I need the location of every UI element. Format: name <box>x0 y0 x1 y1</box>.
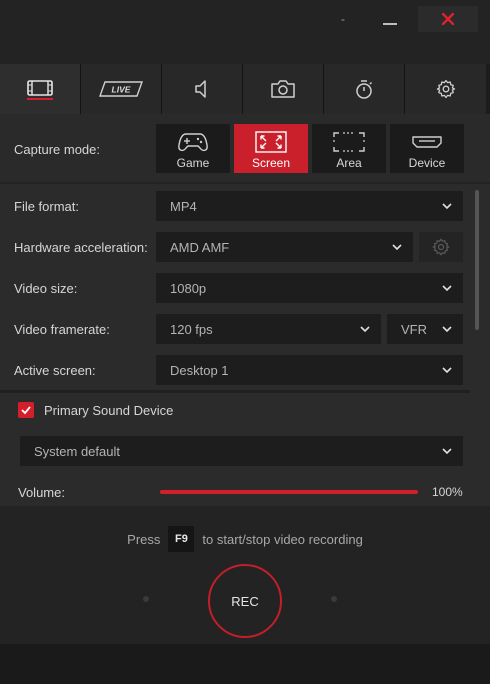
film-icon <box>27 80 53 96</box>
volume-value: 100% <box>432 485 463 499</box>
chevron-down-icon <box>360 326 370 333</box>
hw-accel-settings-button[interactable] <box>419 232 463 262</box>
framerate-mode-select[interactable]: VFR <box>387 314 463 344</box>
hw-accel-row: Hardware acceleration: AMD AMF <box>0 227 470 267</box>
tab-settings[interactable] <box>405 64 486 114</box>
timer-icon <box>356 80 373 99</box>
framerate-row: Video framerate: 120 fps VFR <box>0 309 470 349</box>
footer-bar <box>0 644 490 684</box>
main-tabs: LIVE <box>0 64 490 114</box>
gamepad-icon <box>178 133 208 152</box>
sound-device-select[interactable]: System default <box>20 436 463 466</box>
speaker-icon <box>195 80 206 98</box>
hw-accel-select[interactable]: AMD AMF <box>156 232 413 262</box>
minimize-icon <box>383 23 397 25</box>
active-screen-select[interactable]: Desktop 1 <box>156 355 463 385</box>
settings-scrollbar[interactable] <box>472 184 482 506</box>
video-size-label: Video size: <box>14 281 78 296</box>
close-icon <box>441 12 455 26</box>
file-format-row: File format: MP4 <box>0 186 470 226</box>
chevron-down-icon <box>442 203 452 210</box>
active-screen-row: Active screen: Desktop 1 <box>0 350 470 390</box>
divider <box>0 390 470 393</box>
rec-label: REC <box>231 593 259 609</box>
dash-label: - <box>341 12 345 26</box>
capture-mode-label: Capture mode: <box>14 142 100 157</box>
tab-live[interactable]: LIVE <box>81 64 162 114</box>
capture-mode-screen-label: Screen <box>251 156 291 170</box>
hotkey-hint: Press F9 to start/stop video recording <box>0 526 490 552</box>
capture-mode-game-label: Game <box>176 156 210 170</box>
active-screen-value: Desktop 1 <box>170 362 229 378</box>
capture-mode-area[interactable]: Area <box>312 124 386 173</box>
chevron-down-icon <box>442 326 452 333</box>
chevron-down-icon <box>442 448 452 455</box>
capture-mode-device[interactable]: Device <box>390 124 464 173</box>
hdmi-icon <box>412 136 442 148</box>
capture-mode-screen[interactable]: Screen <box>234 124 308 173</box>
title-bar: - <box>0 0 490 64</box>
tab-timer[interactable] <box>324 64 405 114</box>
hint-prefix: Press <box>127 531 161 547</box>
chevron-down-icon <box>442 285 452 292</box>
gear-icon <box>436 79 455 99</box>
framerate-label: Video framerate: <box>14 322 110 337</box>
framerate-select[interactable]: 120 fps <box>156 314 381 344</box>
video-size-value: 1080p <box>170 280 207 296</box>
chevron-down-icon <box>442 367 452 374</box>
tab-video[interactable] <box>0 64 81 114</box>
capture-mode-area-label: Area <box>336 156 362 170</box>
file-format-label: File format: <box>14 199 80 214</box>
capture-mode-game[interactable]: Game <box>156 124 230 173</box>
indicator-dot-left <box>143 596 149 602</box>
video-size-select[interactable]: 1080p <box>156 273 463 303</box>
video-size-row: Video size: 1080p <box>0 268 470 308</box>
framerate-mode-value: VFR <box>401 321 427 337</box>
primary-sound-checkbox[interactable] <box>18 402 34 418</box>
hint-suffix: to start/stop video recording <box>202 531 363 547</box>
capture-mode-device-label: Device <box>408 156 446 170</box>
camera-icon <box>271 80 295 98</box>
gear-icon <box>432 238 450 256</box>
capture-mode-row: Capture mode: Game Screen Area Device <box>0 114 490 182</box>
close-button[interactable] <box>418 6 478 32</box>
indicator-dot-right <box>331 596 337 602</box>
hotkey-badge: F9 <box>168 526 195 552</box>
volume-label: Volume: <box>18 485 65 500</box>
active-screen-label: Active screen: <box>14 363 96 378</box>
area-select-icon <box>333 132 365 152</box>
settings-panel: File format: MP4 Hardware acceleration: … <box>0 184 490 506</box>
framerate-value: 120 fps <box>170 321 213 337</box>
volume-slider[interactable] <box>160 490 418 494</box>
fullscreen-icon <box>255 131 287 153</box>
hw-accel-value: AMD AMF <box>170 239 230 255</box>
primary-sound-label: Primary Sound Device <box>44 403 174 418</box>
rec-button[interactable]: REC <box>208 564 282 638</box>
tab-audio[interactable] <box>162 64 243 114</box>
live-text: LIVE <box>112 85 131 95</box>
dash-button[interactable]: - <box>336 6 350 32</box>
scrollbar-thumb[interactable] <box>475 190 479 330</box>
hw-accel-label: Hardware acceleration: <box>14 240 148 255</box>
live-icon: LIVE <box>99 81 143 97</box>
checkmark-icon <box>21 406 31 415</box>
record-area: Press F9 to start/stop video recording R… <box>0 506 490 644</box>
file-format-select[interactable]: MP4 <box>156 191 463 221</box>
tab-screenshot[interactable] <box>243 64 324 114</box>
sound-device-value: System default <box>34 443 120 459</box>
minimize-button[interactable] <box>376 6 404 32</box>
chevron-down-icon <box>392 244 402 251</box>
file-format-value: MP4 <box>170 198 197 214</box>
